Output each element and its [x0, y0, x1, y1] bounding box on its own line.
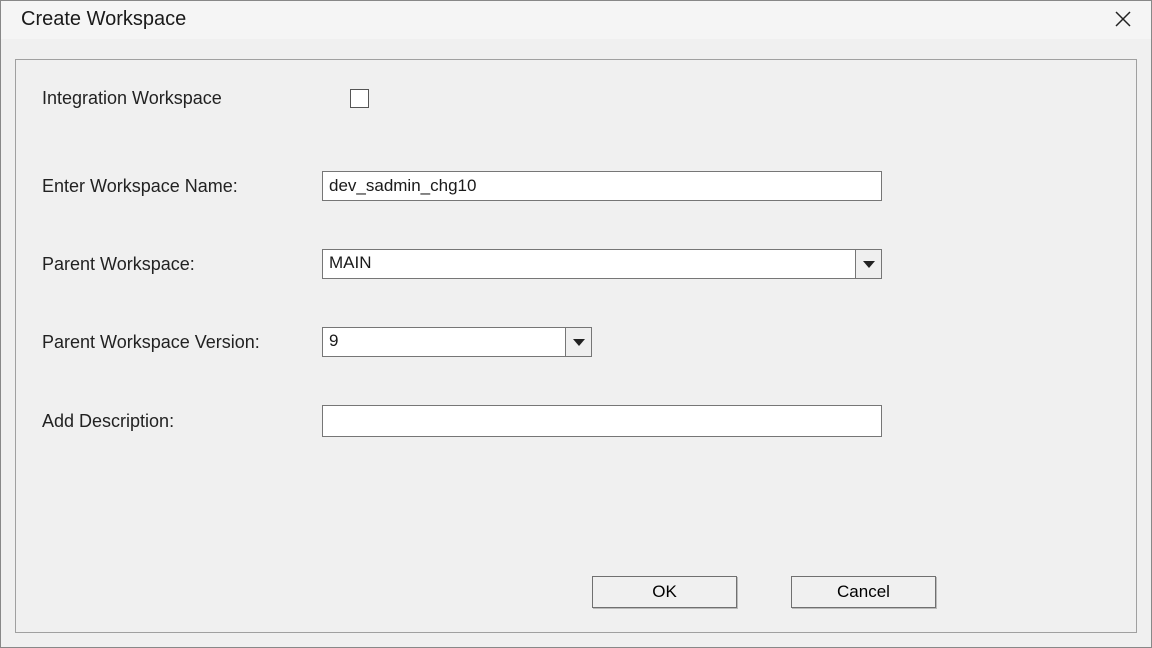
name-label: Enter Workspace Name: — [42, 176, 322, 197]
name-row: Enter Workspace Name: — [42, 171, 1096, 201]
create-workspace-dialog: Create Workspace Integration Workspace E… — [0, 0, 1152, 648]
titlebar: Create Workspace — [1, 1, 1151, 39]
dropdown-arrow — [565, 328, 591, 356]
parent-workspace-value: MAIN — [323, 250, 855, 278]
integration-checkbox[interactable] — [350, 89, 369, 108]
chevron-down-icon — [573, 339, 585, 346]
description-row: Add Description: — [42, 405, 1096, 437]
dropdown-arrow — [855, 250, 881, 278]
version-label: Parent Workspace Version: — [42, 332, 322, 353]
dialog-title: Create Workspace — [21, 8, 186, 31]
ok-button[interactable]: OK — [592, 576, 737, 608]
parent-workspace-dropdown[interactable]: MAIN — [322, 249, 882, 279]
parent-label: Parent Workspace: — [42, 254, 322, 275]
close-icon — [1115, 11, 1131, 27]
form-panel: Integration Workspace Enter Workspace Na… — [15, 59, 1137, 633]
chevron-down-icon — [863, 261, 875, 268]
close-button[interactable] — [1111, 7, 1135, 31]
parent-version-dropdown[interactable]: 9 — [322, 327, 592, 357]
description-label: Add Description: — [42, 411, 322, 432]
integration-row: Integration Workspace — [42, 88, 1096, 109]
workspace-name-input[interactable] — [322, 171, 882, 201]
parent-row: Parent Workspace: MAIN — [42, 249, 1096, 279]
parent-version-value: 9 — [323, 328, 565, 356]
button-row: OK Cancel — [592, 576, 936, 608]
description-input[interactable] — [322, 405, 882, 437]
version-row: Parent Workspace Version: 9 — [42, 327, 1096, 357]
integration-label: Integration Workspace — [42, 88, 322, 109]
cancel-button[interactable]: Cancel — [791, 576, 936, 608]
